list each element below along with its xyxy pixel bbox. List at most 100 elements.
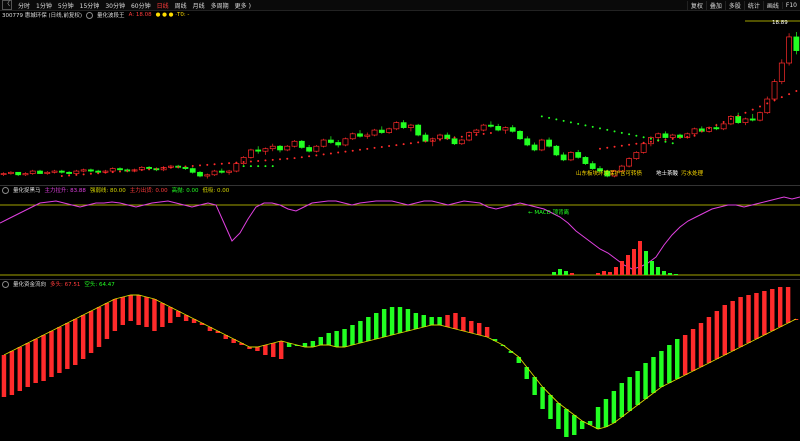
- flow-bar: [635, 371, 640, 405]
- period-tab-1[interactable]: 1分钟: [33, 1, 55, 10]
- main-indicator-name[interactable]: 量化波段王: [97, 11, 125, 19]
- flow-bar: [342, 329, 347, 347]
- support-dot: [344, 150, 347, 153]
- indicator-settings-icon[interactable]: [86, 11, 94, 19]
- candle-body: [189, 168, 196, 173]
- toolbar-right-item-4[interactable]: 画线: [762, 0, 782, 10]
- resistance-dot: [628, 133, 631, 136]
- period-tab-3[interactable]: 15分钟: [77, 1, 103, 10]
- macd-bar: [644, 251, 648, 275]
- support-dot: [780, 96, 783, 99]
- flow-bar: [25, 343, 30, 387]
- candle-body: [371, 129, 378, 136]
- flow-bar: [516, 357, 522, 363]
- period-tab-9[interactable]: 多周期: [208, 1, 232, 10]
- period-tab-5[interactable]: 60分钟: [128, 1, 154, 10]
- toolbar-right-item-3[interactable]: 统计: [743, 0, 763, 10]
- candle-body: [66, 171, 72, 174]
- candle-body: [517, 130, 523, 140]
- support-dot: [453, 136, 456, 139]
- candle-body: [204, 174, 211, 177]
- toolbar-right-item-5[interactable]: F10: [781, 1, 800, 9]
- support-dot: [308, 155, 311, 158]
- period-tab-4[interactable]: 30分钟: [102, 1, 128, 10]
- candle-body: [291, 140, 298, 147]
- back-button[interactable]: 〈: [2, 0, 12, 10]
- resistance-dot: [569, 121, 572, 124]
- support-dot: [773, 99, 776, 102]
- flow-bar: [374, 313, 379, 339]
- tag-annotation[interactable]: 地士茶酸: [656, 169, 678, 177]
- flow-bar: [785, 287, 791, 323]
- support-dot: [417, 141, 420, 144]
- flow-bar: [461, 317, 466, 331]
- candle-body: [88, 169, 94, 172]
- macd-bar: [632, 249, 636, 275]
- support-dot: [228, 162, 231, 165]
- support-dot: [460, 135, 463, 138]
- period-tab-7[interactable]: 周线: [172, 1, 190, 10]
- resistance-dot: [642, 136, 645, 139]
- candle-body: [73, 170, 80, 174]
- candle-body: [575, 152, 582, 158]
- tag-annotation-2[interactable]: 污水处理: [681, 169, 703, 177]
- toolbar-right-item-2[interactable]: 多股: [724, 0, 744, 10]
- period-tab-0[interactable]: 分时: [15, 1, 33, 10]
- support-dot: [359, 148, 361, 151]
- toolbar-right-item-1[interactable]: 叠加: [705, 0, 725, 10]
- resistance-dot: [540, 115, 543, 118]
- support-dot: [649, 140, 652, 143]
- flow-bar: [160, 303, 165, 327]
- support-dot: [729, 117, 732, 120]
- flow-bar: [366, 317, 371, 341]
- money-flow-chart[interactable]: [0, 287, 800, 441]
- stock-code-label: 300779 惠城环保 (日线,前复权): [2, 13, 83, 19]
- candle-body: [728, 116, 734, 125]
- period-tab-8[interactable]: 月线: [190, 1, 208, 10]
- candle-body: [640, 143, 647, 153]
- flow-bar: [651, 357, 656, 393]
- candle-body: [415, 124, 422, 136]
- period-tab-2[interactable]: 5分钟: [55, 1, 77, 10]
- support-dot: [286, 157, 289, 160]
- flow-bar: [405, 309, 411, 331]
- candle-body: [378, 129, 385, 133]
- resistance-dot: [562, 119, 565, 122]
- candle-body: [298, 140, 305, 148]
- period-tab-10[interactable]: 更多 ): [232, 1, 254, 10]
- flow-bar: [88, 311, 94, 353]
- support-dot: [257, 159, 260, 162]
- news-annotation[interactable]: 山东板块环境保护含可转债: [576, 169, 642, 177]
- candlestick-chart[interactable]: [0, 19, 800, 185]
- macd-bar: [558, 269, 562, 275]
- period-tab-6[interactable]: 日线: [154, 1, 172, 10]
- resistance-dot: [613, 130, 616, 133]
- support-dot: [402, 143, 405, 146]
- flow-bar: [381, 309, 387, 337]
- flow-bar: [152, 299, 157, 331]
- macd-bar: [650, 261, 654, 275]
- resistance-dot: [584, 124, 587, 127]
- candle-body: [691, 128, 698, 135]
- flow-bar: [73, 319, 78, 365]
- support-dot: [271, 158, 274, 161]
- flow-bar: [120, 297, 125, 325]
- resistance-dot: [599, 127, 601, 130]
- macd-bar: [596, 273, 600, 275]
- candle-body: [568, 152, 574, 161]
- flow-bar: [33, 339, 38, 383]
- candle-body: [109, 168, 116, 172]
- toolbar-right-item-0[interactable]: 复权: [686, 0, 706, 10]
- candle-body: [8, 171, 14, 174]
- support-dot: [264, 159, 267, 162]
- support-dot: [199, 164, 201, 167]
- resistance-dot: [548, 116, 551, 119]
- candle-body: [582, 157, 589, 164]
- support-dot: [293, 157, 296, 160]
- support-dot: [104, 171, 107, 174]
- mid-indicator-chart[interactable]: [0, 193, 800, 278]
- flow-bar: [643, 363, 648, 399]
- support-dot: [119, 170, 121, 173]
- candle-body: [211, 170, 218, 176]
- candle-body: [422, 134, 429, 142]
